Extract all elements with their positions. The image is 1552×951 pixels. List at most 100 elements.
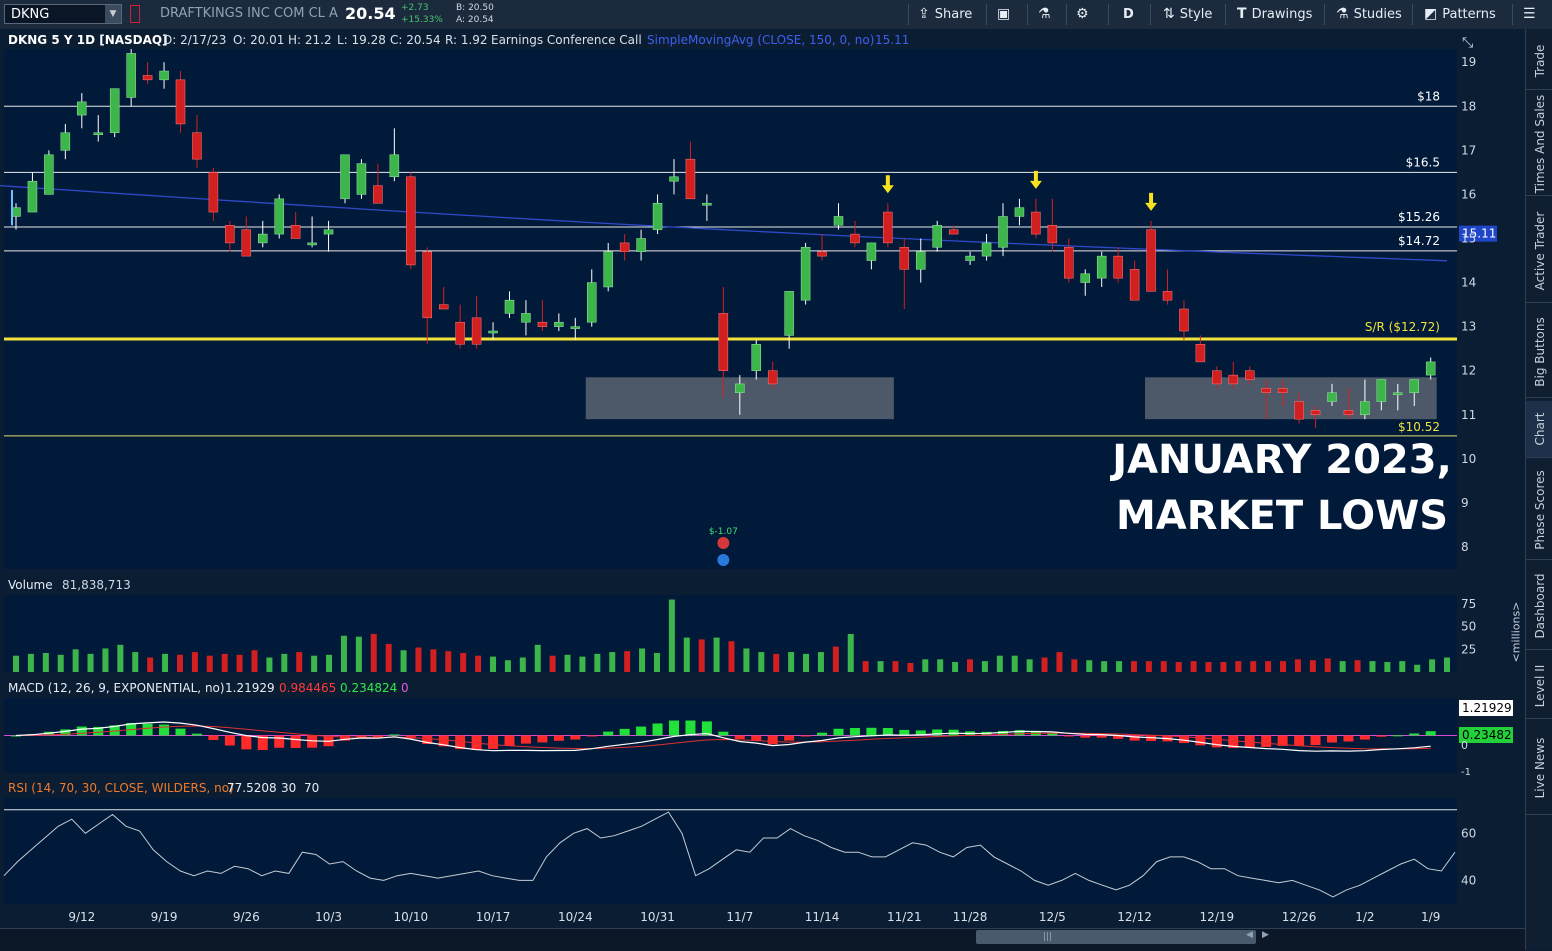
candle-body	[866, 242, 877, 261]
patterns-label: Patterns	[1442, 7, 1496, 22]
price-level-label: $15.26	[1398, 210, 1440, 224]
side-tab-times-and-sales[interactable]: Times And Sales	[1526, 93, 1552, 196]
candle-body	[1393, 392, 1403, 395]
horizontal-scrollbar[interactable]	[0, 928, 1525, 951]
macd-hist-bar	[1195, 735, 1206, 746]
toolbar-separator	[1027, 4, 1028, 25]
candle-body	[1129, 269, 1140, 301]
volume-bar	[147, 657, 154, 672]
volume-bar	[639, 648, 646, 672]
macd-hist-bar	[1359, 735, 1370, 740]
volume-bar	[907, 662, 914, 672]
volume-bar	[1056, 652, 1063, 672]
volume-bar	[1250, 661, 1257, 672]
side-tab-chart[interactable]: Chart	[1526, 401, 1552, 458]
volume-bar	[817, 652, 824, 672]
date-tick-label: 12/12	[1117, 910, 1152, 924]
scroll-thumb[interactable]	[976, 930, 1256, 944]
candle-body	[916, 251, 926, 270]
volume-bar	[1369, 661, 1376, 672]
volume-bar	[281, 653, 288, 672]
macd-hist-bar	[191, 733, 202, 736]
candle-body	[389, 154, 400, 178]
screenshot-button[interactable]: ▣	[997, 0, 1015, 29]
side-tab-phase-scores[interactable]: Phase Scores	[1526, 461, 1552, 560]
candle-body	[192, 132, 202, 160]
volume-bar	[683, 637, 690, 672]
volume-bar	[564, 654, 571, 672]
candle-body	[225, 225, 235, 244]
earnings-phone-icon[interactable]	[717, 537, 730, 549]
symbol-dropdown-icon[interactable]: ▼	[105, 5, 121, 23]
volume-bar	[981, 661, 988, 672]
candle-body	[718, 313, 729, 371]
candle-body	[652, 202, 663, 230]
candle-body	[1343, 410, 1354, 416]
candle-body	[307, 242, 317, 246]
down-arrow-shaft	[1033, 170, 1038, 182]
macd-hist-bar	[570, 735, 581, 740]
drawings-button[interactable]: T Drawings	[1237, 0, 1312, 29]
candle-body	[1294, 401, 1304, 420]
header-close: C: 20.54	[390, 33, 441, 47]
candle-body	[521, 313, 531, 323]
candle-body	[883, 211, 893, 244]
share-button[interactable]: ⇪ Share	[918, 0, 972, 29]
scroll-left-icon[interactable]: ◀	[1246, 930, 1253, 940]
volume-bar	[1354, 660, 1361, 672]
volume-bar	[1175, 662, 1182, 672]
collapse-icon[interactable]: ⤡	[1462, 35, 1473, 51]
side-tab-big-buttons[interactable]: Big Buttons	[1526, 306, 1552, 398]
candle-body	[455, 321, 465, 345]
earnings-info-icon[interactable]	[717, 554, 730, 566]
macd-hist-bar	[224, 735, 235, 746]
volume-bar	[579, 656, 586, 672]
symbol-input[interactable]: DKNG ▼	[4, 4, 122, 24]
aggregation-button[interactable]: D	[1123, 0, 1134, 29]
studies-button[interactable]: ⚗ Studies	[1336, 0, 1402, 29]
volume-bar	[1041, 657, 1048, 672]
volume-bar	[206, 655, 213, 672]
net-change: +2.73	[401, 3, 429, 13]
alert-flag-icon[interactable]	[130, 5, 140, 23]
patterns-button[interactable]: ◩ Patterns	[1424, 0, 1496, 29]
candle-body	[1261, 388, 1271, 393]
side-tab-live-news[interactable]: Live News	[1526, 722, 1552, 815]
studies-lab-button[interactable]: ⚗	[1038, 0, 1056, 29]
candle-body	[1409, 379, 1419, 393]
header-open: O: 20.01	[233, 33, 284, 47]
price-chart[interactable]: DKNG 5 Y 1D [NASDAQ] D: 2/17/23 O: 20.01…	[0, 29, 1525, 928]
side-tab-trade[interactable]: Trade	[1526, 33, 1552, 90]
gear-icon: ⚙	[1076, 6, 1089, 22]
macd-axis-neg: -1	[1461, 767, 1471, 778]
toolbar-separator	[1108, 4, 1109, 25]
candle-body	[669, 176, 679, 182]
side-tab-dashboard[interactable]: Dashboard	[1526, 563, 1552, 650]
macd-hist-bar	[307, 735, 318, 748]
scroll-right-icon[interactable]: ▶	[1262, 930, 1269, 940]
volume-bar	[87, 653, 94, 672]
candle-body	[1047, 225, 1058, 244]
date-tick-label: 12/26	[1282, 910, 1317, 924]
candle-body	[208, 172, 219, 213]
side-tab-level-ii[interactable]: Level II	[1526, 653, 1552, 719]
candle-body	[93, 132, 103, 135]
volume-bar	[1160, 661, 1167, 672]
settings-button[interactable]: ⚙	[1076, 0, 1094, 29]
volume-bar	[430, 649, 437, 672]
volume-bar	[296, 652, 303, 672]
symbol-text: DKNG	[11, 7, 50, 22]
volume-bar	[415, 647, 422, 672]
date-tick-label: 9/12	[68, 910, 95, 924]
style-button[interactable]: ⇅ Style	[1163, 0, 1212, 29]
macd-hist-bar	[1063, 735, 1074, 737]
share-label: Share	[934, 7, 973, 22]
candle-body	[356, 163, 367, 195]
side-tab-active-trader[interactable]: Active Trader	[1526, 199, 1552, 303]
macd-hist-bar	[767, 735, 778, 745]
candle-body	[554, 321, 564, 327]
volume-bar	[355, 636, 362, 672]
candle-body	[373, 185, 383, 204]
menu-button[interactable]: ☰	[1523, 0, 1541, 29]
candle-body	[603, 251, 613, 288]
